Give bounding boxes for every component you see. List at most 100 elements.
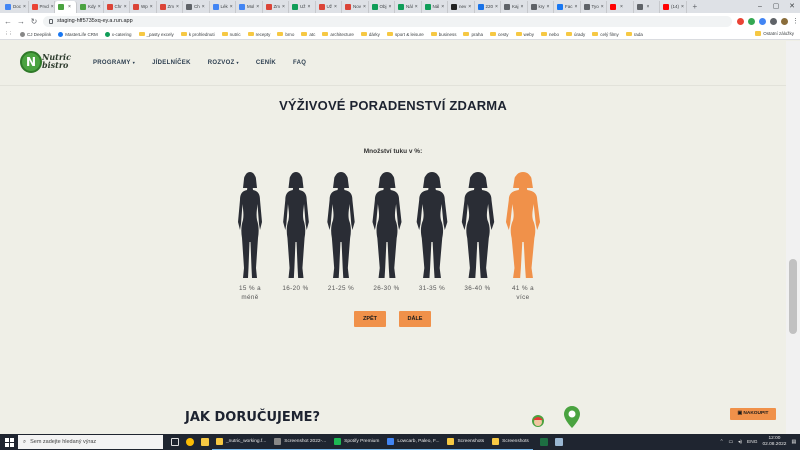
bookmark-item[interactable]: CJ Deeplink [20, 31, 51, 37]
file-explorer-icon[interactable] [197, 434, 212, 450]
tab-close-icon[interactable]: × [282, 4, 285, 10]
tab-close-icon[interactable]: × [575, 4, 578, 10]
tab-close-icon[interactable]: × [51, 4, 54, 10]
tray-chevron-icon[interactable]: ⌃ [719, 440, 723, 445]
bookmark-item[interactable]: praha [463, 32, 483, 37]
excel-icon[interactable] [537, 434, 552, 450]
browser-tab[interactable]: Lék × [210, 0, 236, 13]
body-fat-option[interactable]: 21-25 % [324, 170, 358, 315]
browser-tab[interactable]: Kdy × [77, 0, 104, 13]
task-view-icon[interactable] [167, 434, 182, 450]
next-button[interactable]: DÁLE [399, 311, 431, 327]
body-fat-option[interactable]: 16-20 % [279, 170, 313, 315]
browser-tab[interactable]: 220 × [475, 0, 501, 13]
bookmark-item[interactable]: weby [515, 32, 534, 37]
browser-tab[interactable]: Prvd × [29, 0, 55, 13]
body-fat-option[interactable]: 36-40 % [461, 170, 495, 315]
tab-close-icon[interactable]: × [68, 4, 71, 10]
clock[interactable]: 12:00 02.08.2022 [762, 436, 786, 448]
taskbar-app[interactable]: Spotify Premium [330, 434, 384, 450]
bookmark-item[interactable]: recepty [247, 32, 270, 37]
browser-tab[interactable]: Wp × [130, 0, 157, 13]
profile-avatar[interactable] [781, 17, 788, 25]
bookmark-item[interactable]: rada [625, 32, 643, 37]
tab-close-icon[interactable]: × [334, 4, 337, 10]
tab-close-icon[interactable]: × [202, 4, 205, 10]
bookmark-item[interactable]: úrady [566, 32, 585, 37]
taskbar-search-input[interactable]: ⌕ Sem zadejte hledaný výraz [18, 435, 163, 449]
browser-tab[interactable]: nev × [448, 0, 475, 13]
minimize-icon[interactable]: – [752, 0, 768, 13]
tab-close-icon[interactable]: × [547, 4, 550, 10]
maximize-icon[interactable]: ▢ [768, 0, 784, 13]
bookmark-item[interactable]: MasterLife CRM [58, 31, 98, 37]
extension-icon[interactable] [770, 17, 777, 25]
browser-tab[interactable]: Chr × [104, 0, 130, 13]
back-arrow-icon[interactable]: ← [4, 17, 12, 26]
back-button[interactable]: ZPĚT [354, 311, 386, 327]
tab-close-icon[interactable]: × [230, 4, 233, 10]
browser-tab[interactable]: Zm × [157, 0, 183, 13]
kebab-menu-icon[interactable]: ⋮ [792, 17, 799, 25]
bookmark-item[interactable]: dárky [360, 32, 380, 37]
bookmark-item[interactable]: cesty [489, 32, 509, 37]
page-scrollbar[interactable] [786, 41, 800, 434]
browser-tab[interactable]: (14) × [660, 0, 687, 13]
tab-close-icon[interactable]: × [495, 4, 498, 10]
browser-tab[interactable]: Nov × [342, 0, 369, 13]
bookmark-item[interactable]: x-catering [104, 31, 132, 37]
tab-close-icon[interactable]: × [150, 4, 153, 10]
tab-close-icon[interactable]: × [468, 4, 471, 10]
extension-icon[interactable] [748, 17, 755, 25]
browser-tab[interactable]: kry × [528, 0, 554, 13]
tab-close-icon[interactable]: × [441, 4, 444, 10]
tab-close-icon[interactable]: × [601, 4, 604, 10]
taskbar-app[interactable]: Lowcarb, Paleo, F... [383, 434, 444, 450]
tab-close-icon[interactable]: × [23, 4, 26, 10]
tab-close-icon[interactable]: × [647, 4, 650, 10]
bookmark-item[interactable]: nutric [221, 32, 241, 37]
notification-icon[interactable]: ▤ [791, 440, 796, 445]
browser-tab[interactable]: Tyo × [581, 0, 607, 13]
browser-tab[interactable]: Zm × [263, 0, 289, 13]
forward-arrow-icon[interactable]: → [17, 17, 25, 26]
body-fat-option[interactable]: 26-30 % [370, 170, 404, 315]
extension-icon[interactable] [759, 17, 766, 25]
scrollbar-thumb[interactable] [789, 259, 797, 334]
bookmark-item[interactable]: celý filmy [592, 32, 619, 37]
tab-close-icon[interactable]: × [98, 4, 101, 10]
browser-tab[interactable]: Ch × [183, 0, 210, 13]
other-bookmarks[interactable]: Ostatní záložky [755, 31, 794, 36]
browser-tab[interactable]: Kaj × [501, 0, 528, 13]
new-tab-button[interactable]: + [693, 2, 698, 11]
browser-tab[interactable]: × [607, 0, 634, 13]
body-fat-option[interactable]: 15 % a méně [233, 170, 267, 315]
nav-item[interactable]: PROGRAMY ▾ [93, 60, 135, 66]
order-button[interactable]: ▣ NAKOUPIT [730, 408, 776, 420]
language-indicator[interactable]: ENG [747, 440, 757, 445]
browser-tab[interactable]: Fac × [554, 0, 581, 13]
nav-item[interactable]: FAQ [293, 60, 306, 66]
tab-close-icon[interactable]: × [363, 4, 366, 10]
browser-tab[interactable]: Už × [316, 0, 342, 13]
taskbar-app[interactable]: Screenshots [443, 434, 489, 450]
bookmark-item[interactable]: nebo [541, 32, 559, 37]
reload-icon[interactable]: ↻ [30, 17, 38, 26]
bookmark-item[interactable]: sport & leisure [386, 32, 424, 37]
nav-item[interactable]: ROZVOZ ▾ [208, 60, 239, 66]
browser-tab[interactable]: × [634, 0, 660, 13]
tab-close-icon[interactable]: × [521, 4, 524, 10]
windows-start-icon[interactable] [0, 437, 18, 447]
bookmark-item[interactable]: brno [277, 32, 294, 37]
taskbar-app[interactable]: Screenshots [488, 434, 533, 450]
nav-item[interactable]: CENÍK [256, 60, 276, 66]
bookmark-item[interactable]: k prohlednuti [180, 32, 215, 37]
nutric-bistro-logo[interactable]: N Nutric bistro [20, 51, 71, 76]
browser-tab[interactable]: Nál × [422, 0, 448, 13]
bookmark-item[interactable]: atc [301, 32, 315, 37]
browser-tab[interactable]: Mol × [236, 0, 263, 13]
apps-grid-icon[interactable]: ⋮⋮ [4, 31, 13, 37]
bookmark-item[interactable]: business [430, 32, 456, 37]
network-icon[interactable]: ▭ [728, 440, 733, 445]
body-fat-option[interactable]: 31-35 % [415, 170, 449, 315]
